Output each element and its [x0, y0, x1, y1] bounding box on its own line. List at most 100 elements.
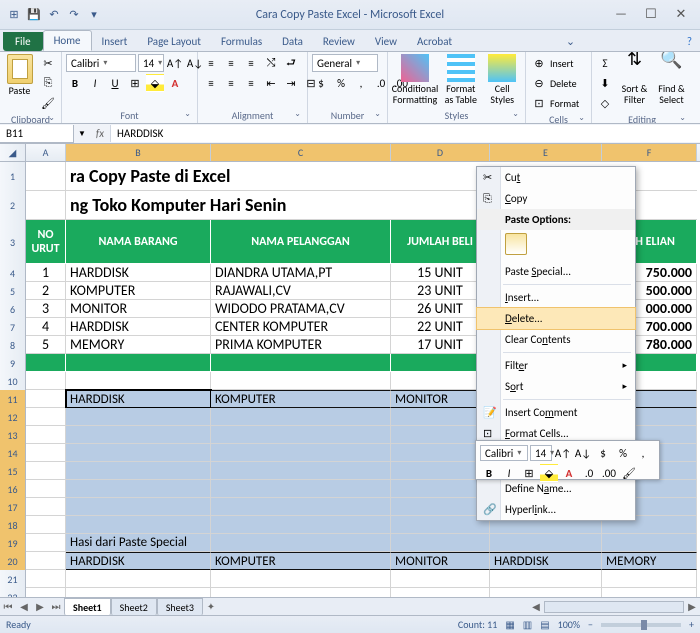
fill-color-icon[interactable]: ⬙ — [146, 74, 164, 92]
orientation-icon[interactable]: ⤭ — [262, 54, 280, 72]
ctx-hyperlink[interactable]: 🔗Hyperlink... — [477, 499, 635, 520]
mini-fill-icon[interactable]: ⬙ — [540, 464, 558, 482]
bold-button[interactable]: B — [66, 74, 84, 92]
decrease-indent-icon[interactable]: ⇤ — [262, 74, 280, 92]
col-D[interactable]: D — [391, 144, 490, 161]
copy-icon[interactable]: ⎘ — [39, 74, 57, 92]
tab-page-layout[interactable]: Page Layout — [137, 32, 211, 51]
format-cells-icon[interactable]: ⊡ — [530, 94, 548, 112]
ctx-sort[interactable]: Sort▸ — [477, 376, 635, 397]
col-C[interactable]: C — [211, 144, 391, 161]
ctx-cut[interactable]: ✂Cut — [477, 167, 635, 188]
hscroll-right-icon[interactable]: ▶ — [684, 600, 700, 613]
view-normal-icon[interactable]: ▦ — [505, 618, 514, 631]
ctx-filter[interactable]: Filter▸ — [477, 355, 635, 376]
percent-icon[interactable]: % — [332, 74, 350, 92]
align-middle-icon[interactable]: ≡ — [222, 54, 240, 72]
borders-icon[interactable]: ⊞ — [126, 74, 144, 92]
hscroll-left-icon[interactable]: ◀ — [528, 600, 544, 613]
format-as-table-button[interactable]: Format as Table — [442, 54, 480, 105]
find-select-button[interactable]: 🔍Find & Select — [655, 54, 688, 105]
mini-comma-icon[interactable]: , — [634, 444, 652, 462]
italic-button[interactable]: I — [86, 74, 104, 92]
mini-decimal-inc-icon[interactable]: .0 — [580, 464, 598, 482]
ctx-insert[interactable]: Insert... — [477, 287, 635, 308]
mini-shrink-font-icon[interactable]: A↓ — [574, 444, 592, 462]
mini-fontcolor-icon[interactable]: A — [560, 464, 578, 482]
header-no-urut[interactable]: NO URUT — [26, 220, 66, 264]
select-all-corner[interactable]: ◢ — [0, 144, 26, 161]
ctx-paste-option[interactable] — [477, 230, 635, 261]
ctx-paste-special[interactable]: Paste Special... — [477, 261, 635, 282]
align-center-icon[interactable]: ≡ — [222, 74, 240, 92]
conditional-formatting-button[interactable]: Conditional Formatting — [392, 54, 438, 105]
save-icon[interactable]: 💾 — [26, 6, 42, 24]
close-button[interactable]: ✕ — [670, 7, 692, 22]
row-header[interactable]: 3 — [0, 220, 26, 264]
sheet-tab-2[interactable]: Sheet2 — [111, 598, 157, 616]
row-header[interactable]: 1 — [0, 162, 26, 191]
underline-button[interactable]: U — [106, 74, 124, 92]
mini-italic-icon[interactable]: I — [500, 464, 518, 482]
paste-special-label[interactable]: Hasi dari Paste Special — [66, 534, 211, 552]
tab-insert[interactable]: Insert — [92, 32, 138, 51]
font-color-icon[interactable]: A — [166, 74, 184, 92]
align-right-icon[interactable]: ≡ — [242, 74, 260, 92]
tab-acrobat[interactable]: Acrobat — [407, 32, 462, 51]
formula-input[interactable]: HARDDISK — [110, 125, 700, 142]
help-icon[interactable]: ? — [679, 32, 700, 51]
format-painter-icon[interactable]: 🖌 — [39, 94, 57, 112]
name-box[interactable]: B11 — [0, 125, 74, 143]
zoom-out-icon[interactable]: − — [588, 618, 593, 631]
fx-icon[interactable]: fx — [90, 127, 110, 140]
col-A[interactable]: A — [26, 144, 66, 161]
header-nama-pelanggan[interactable]: NAMA PELANGGAN — [211, 220, 391, 264]
tab-view[interactable]: View — [365, 32, 407, 51]
hscrollbar[interactable] — [544, 601, 684, 613]
font-size-combo[interactable]: 14 — [138, 54, 164, 72]
cut-icon[interactable]: ✂ — [39, 54, 57, 72]
selection-cell[interactable]: HARDDISK — [66, 390, 211, 408]
autosum-icon[interactable]: Σ — [596, 54, 614, 72]
align-top-icon[interactable]: ≡ — [202, 54, 220, 72]
number-format-combo[interactable]: General — [312, 54, 378, 72]
file-tab[interactable]: File — [3, 32, 43, 51]
cell-styles-button[interactable]: Cell Styles — [484, 54, 522, 105]
maximize-button[interactable]: ☐ — [640, 7, 662, 22]
col-B[interactable]: B — [66, 144, 211, 161]
sheet-tab-3[interactable]: Sheet3 — [157, 598, 203, 616]
sheet-nav-prev-icon[interactable]: ◀ — [16, 600, 32, 613]
tab-data[interactable]: Data — [272, 32, 313, 51]
col-F[interactable]: F — [602, 144, 697, 161]
mini-size-combo[interactable]: 14 — [530, 445, 552, 461]
increase-indent-icon[interactable]: ⇥ — [282, 74, 300, 92]
zoom-value[interactable]: 100% — [558, 618, 580, 631]
sheet-tab-1[interactable]: Sheet1 — [64, 598, 111, 616]
fill-icon[interactable]: ⬇ — [596, 74, 614, 92]
mini-format-painter-icon[interactable]: 🖌 — [620, 464, 638, 482]
tab-home[interactable]: Home — [43, 30, 92, 51]
wrap-text-icon[interactable]: ⮐ — [282, 54, 300, 72]
new-sheet-icon[interactable]: ✦ — [203, 600, 219, 613]
mini-border-icon[interactable]: ⊞ — [520, 464, 538, 482]
mini-bold-icon[interactable]: B — [480, 464, 498, 482]
mini-font-combo[interactable]: Calibri — [480, 445, 528, 461]
qat-more-icon[interactable]: ▾ — [86, 6, 102, 24]
align-bottom-icon[interactable]: ≡ — [242, 54, 260, 72]
undo-icon[interactable]: ↶ — [46, 6, 62, 24]
view-layout-icon[interactable]: ▥ — [523, 618, 532, 631]
sort-filter-button[interactable]: ⇅Sort & Filter — [618, 54, 651, 105]
grow-font-icon[interactable]: A↑ — [166, 54, 184, 72]
col-E[interactable]: E — [490, 144, 602, 161]
delete-cells-icon[interactable]: ⊖ — [530, 74, 548, 92]
paste-option-icon[interactable] — [505, 233, 527, 255]
header-nama-barang[interactable]: NAMA BARANG — [66, 220, 211, 264]
ribbon-minimize-icon[interactable]: ⌄ — [558, 32, 583, 51]
tab-formulas[interactable]: Formulas — [211, 32, 272, 51]
mini-decimal-dec-icon[interactable]: .00 — [600, 464, 618, 482]
mini-percent-icon[interactable]: % — [614, 444, 632, 462]
view-break-icon[interactable]: ▤ — [540, 618, 549, 631]
currency-icon[interactable]: $ — [312, 74, 330, 92]
namebox-dropdown-icon[interactable]: ▼ — [74, 129, 90, 139]
clear-icon[interactable]: ◇ — [596, 94, 614, 112]
